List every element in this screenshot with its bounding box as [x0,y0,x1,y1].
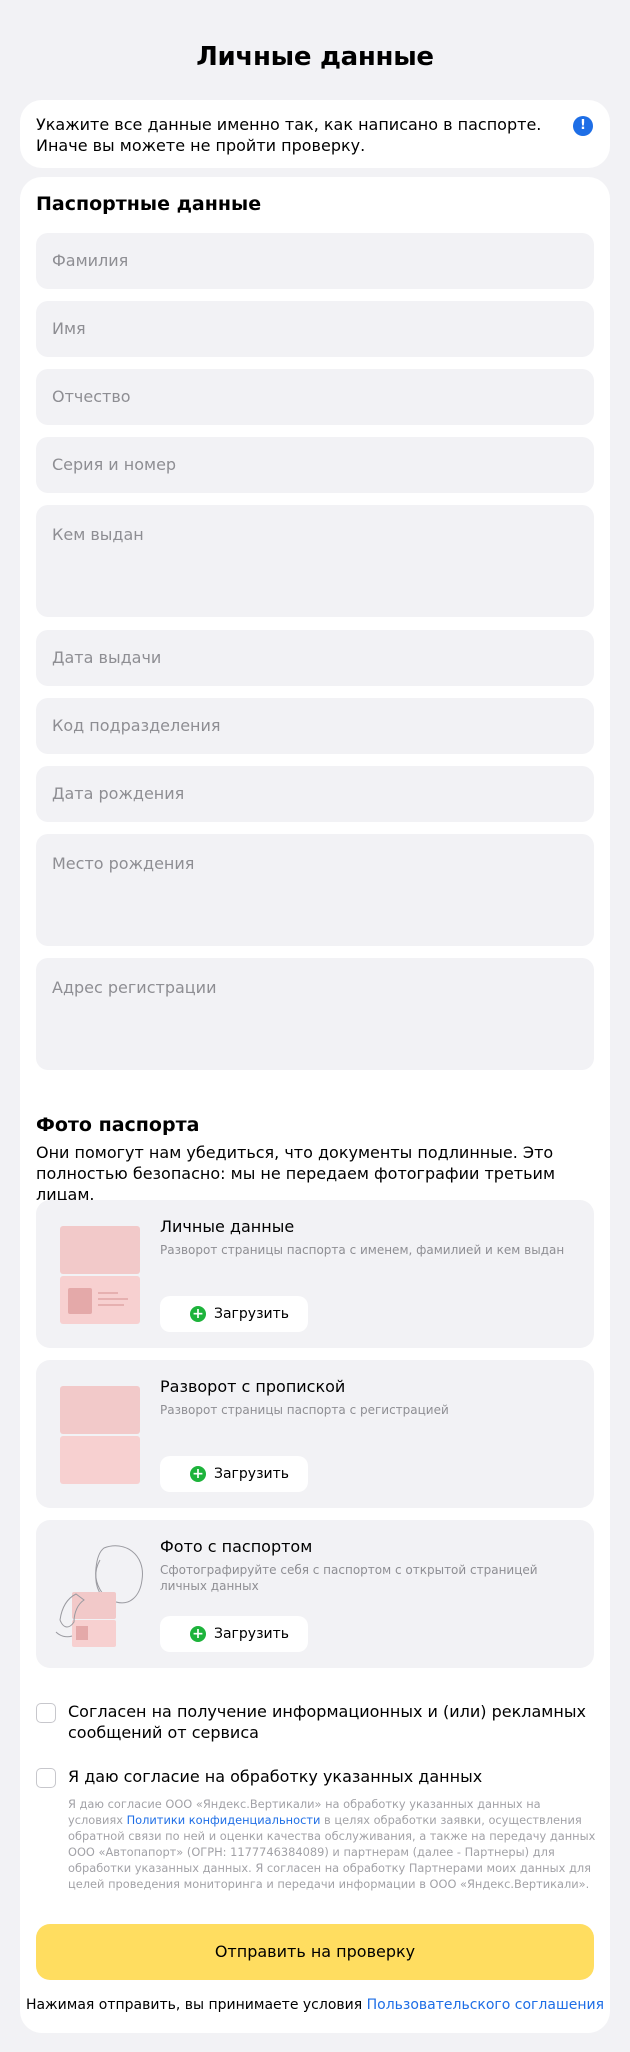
upload-card-personal-data: Личные данные Разворот страницы паспорта… [36,1200,594,1348]
terms-prefix: Нажимая отправить, вы принимаете условия [25,1997,367,2013]
upload-title: Личные данные [160,1217,295,1236]
terms-note: Нажимая отправить, вы принимаете условия… [20,1997,610,2013]
upload-card-selfie: Фото с паспортом Сфотографируйте себя с … [36,1520,594,1668]
issued-by-field[interactable]: Кем выдан [36,505,594,617]
issue-date-field[interactable]: Дата выдачи [36,630,594,686]
upload-title: Разворот с пропиской [160,1377,346,1396]
processing-consent-checkbox[interactable] [36,1768,56,1788]
page-title: Личные данные [196,42,434,72]
upload-button-label: Загрузить [214,1306,290,1322]
user-agreement-link[interactable]: Пользовательского соглашения [367,1997,604,2013]
photos-section-title: Фото паспорта [36,1114,200,1136]
form-card: Паспортные данные Фамилия Имя Отчество С… [20,177,610,2033]
consent-legal-text: Я даю согласие ООО «Яндекс.Вертикали» на… [68,1796,596,1892]
upload-title: Фото с паспортом [160,1537,313,1556]
privacy-policy-link[interactable]: Политики конфиденциальности [127,1813,321,1827]
passport-spread-illustration [60,1386,140,1484]
photos-description: Они помогут нам убедиться, что документы… [36,1143,556,1204]
upload-subtitle: Разворот страницы паспорта с регистрацие… [160,1403,449,1417]
division-code-field[interactable]: Код подразделения [36,698,594,754]
info-icon[interactable]: ! [573,116,593,136]
passport-notice: Укажите все данные именно так, как напис… [20,100,610,168]
upload-button-label: Загрузить [214,1466,290,1482]
birth-date-field[interactable]: Дата рождения [36,766,594,822]
notice-text: Укажите все данные именно так, как напис… [36,115,542,155]
surname-field[interactable]: Фамилия [36,233,594,289]
registration-address-field[interactable]: Адрес регистрации [36,958,594,1070]
upload-button[interactable]: + Загрузить [160,1616,308,1652]
upload-subtitle: Сфотографируйте себя с паспортом с откры… [160,1563,538,1593]
upload-subtitle: Разворот страницы паспорта с именем, фам… [160,1243,565,1257]
marketing-consent-label: Согласен на получение информационных и (… [68,1702,586,1742]
upload-card-registration: Разворот с пропиской Разворот страницы п… [36,1360,594,1508]
series-number-field[interactable]: Серия и номер [36,437,594,493]
name-field[interactable]: Имя [36,301,594,357]
birth-place-field[interactable]: Место рождения [36,834,594,946]
selfie-with-passport-illustration [55,1545,143,1647]
upload-button-label: Загрузить [214,1626,290,1642]
passport-section-title: Паспортные данные [36,193,262,215]
submit-button[interactable]: Отправить на проверку [36,1924,594,1980]
plus-circle-icon: + [190,1306,206,1322]
plus-circle-icon: + [190,1466,206,1482]
upload-button[interactable]: + Загрузить [160,1296,308,1332]
marketing-consent-checkbox[interactable] [36,1703,56,1723]
upload-button[interactable]: + Загрузить [160,1456,308,1492]
plus-circle-icon: + [190,1626,206,1642]
passport-spread-illustration [60,1226,140,1324]
processing-consent-label: Я даю согласие на обработку указанных да… [68,1767,483,1786]
patronymic-field[interactable]: Отчество [36,369,594,425]
